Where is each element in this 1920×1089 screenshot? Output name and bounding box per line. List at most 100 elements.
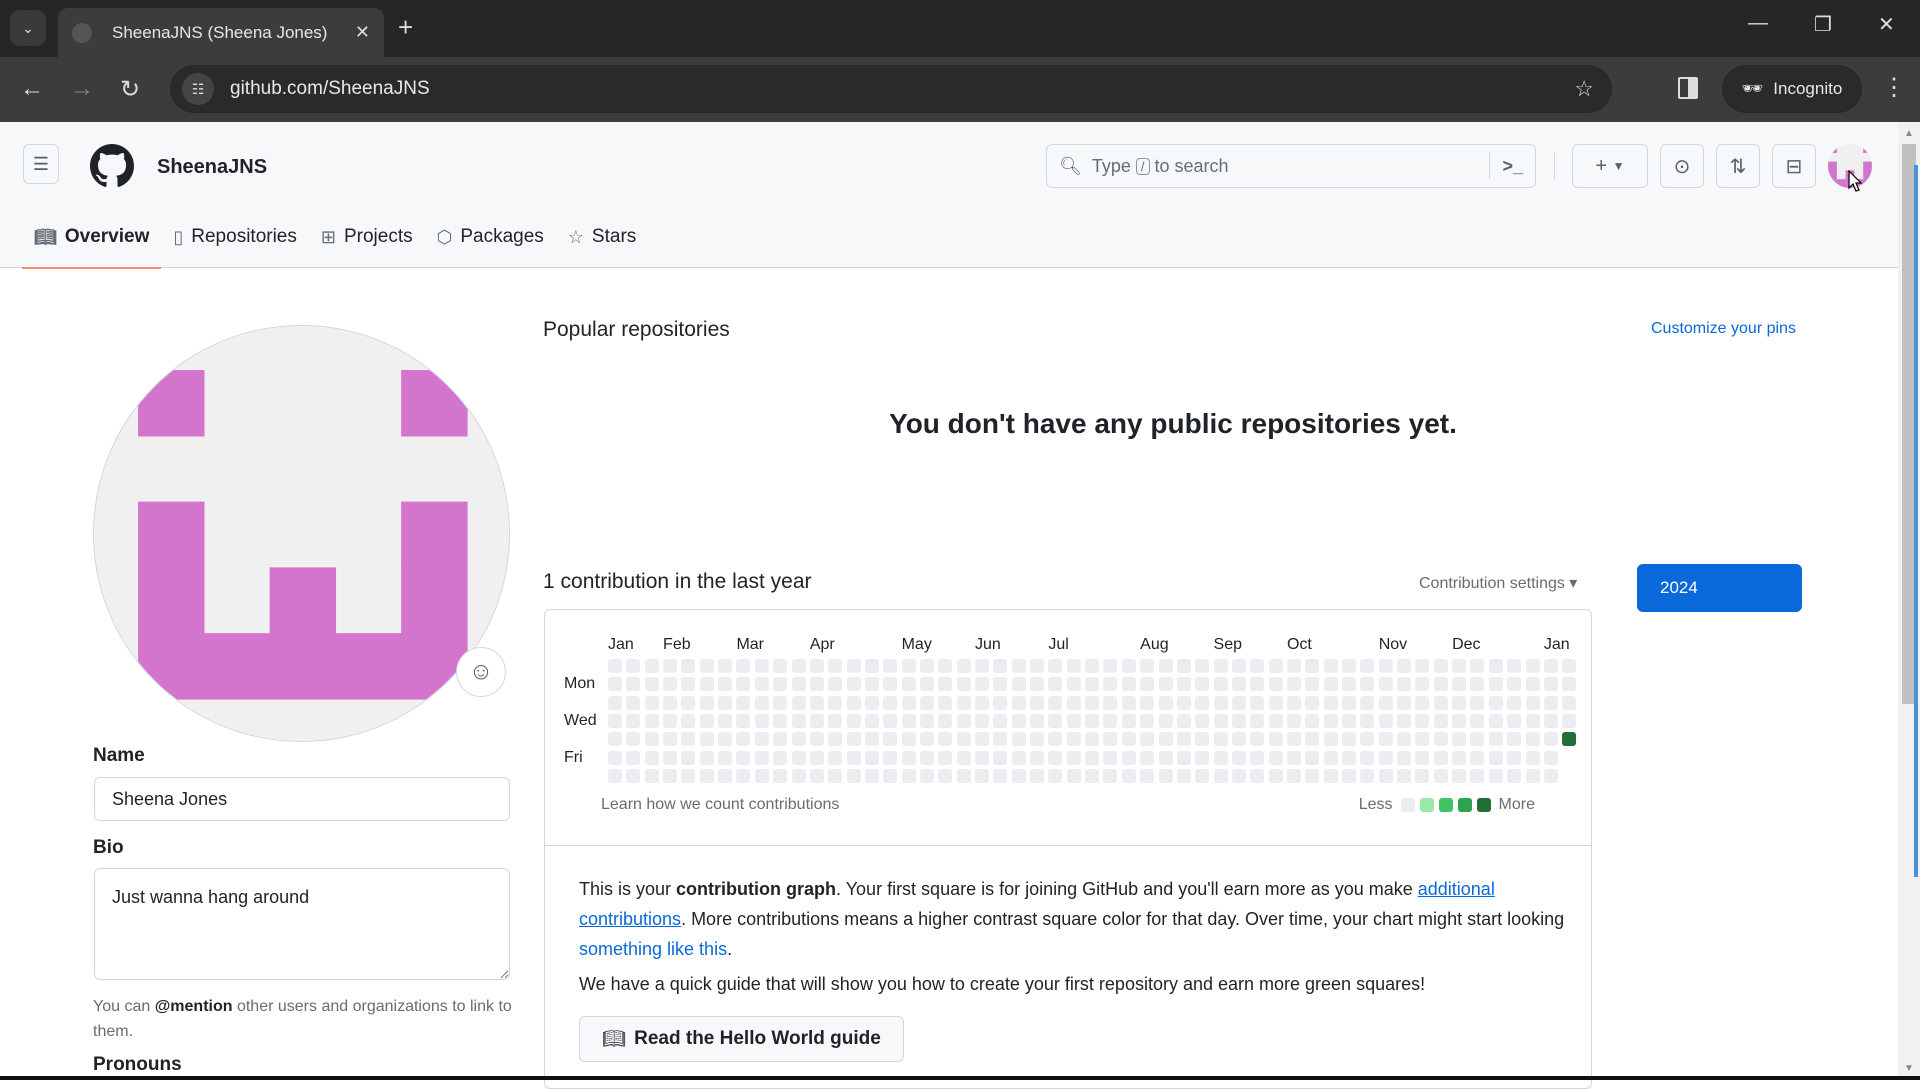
contribution-day-cell[interactable] — [1213, 695, 1228, 710]
bookmark-star-icon[interactable]: ☆ — [1574, 76, 1594, 102]
contribution-day-cell[interactable] — [1342, 714, 1356, 729]
contribution-day-cell[interactable] — [1305, 714, 1320, 729]
address-bar[interactable]: ☷ github.com/SheenaJNS ☆ — [170, 65, 1612, 113]
contribution-day-cell[interactable] — [956, 659, 971, 673]
close-window-icon[interactable]: ✕ — [1878, 12, 1895, 37]
contribution-day-cell[interactable] — [993, 732, 1008, 747]
contribution-day-cell[interactable] — [1415, 714, 1430, 729]
contribution-day-cell[interactable] — [1231, 769, 1246, 784]
contribution-day-cell[interactable] — [975, 695, 989, 710]
contribution-day-cell[interactable] — [1323, 769, 1338, 784]
contribution-day-cell[interactable] — [1066, 677, 1081, 692]
contribution-day-cell[interactable] — [1085, 769, 1100, 784]
contribution-day-cell[interactable] — [791, 695, 806, 710]
contribution-day-cell[interactable] — [1213, 677, 1228, 692]
contribution-day-cell[interactable] — [919, 714, 934, 729]
contribution-day-cell[interactable] — [791, 750, 806, 765]
contribution-day-cell[interactable] — [791, 732, 806, 747]
contribution-day-cell[interactable] — [1433, 714, 1448, 729]
contribution-day-cell[interactable] — [736, 732, 751, 747]
contribution-day-cell[interactable] — [1286, 695, 1301, 710]
contribution-day-cell[interactable] — [699, 659, 714, 673]
contribution-day-cell[interactable] — [626, 659, 641, 673]
contribution-day-cell[interactable] — [864, 769, 879, 784]
contribution-day-cell[interactable] — [1470, 714, 1485, 729]
contribution-day-cell[interactable] — [754, 695, 769, 710]
contribution-day-cell[interactable] — [1378, 750, 1393, 765]
contribution-day-cell[interactable] — [975, 677, 989, 692]
contribution-day-cell[interactable] — [1103, 677, 1118, 692]
contribution-day-cell[interactable] — [1342, 659, 1356, 673]
contribution-day-cell[interactable] — [1195, 750, 1210, 765]
contribution-day-cell[interactable] — [883, 732, 898, 747]
contribution-day-cell[interactable] — [736, 695, 751, 710]
url-text[interactable]: github.com/SheenaJNS — [230, 78, 1574, 100]
contribution-day-cell[interactable] — [1048, 732, 1063, 747]
contribution-day-cell[interactable] — [846, 677, 861, 692]
contribution-day-cell[interactable] — [1176, 769, 1191, 784]
create-new-button[interactable]: + ▼ — [1572, 144, 1648, 188]
contribution-day-cell[interactable] — [809, 677, 824, 692]
contribution-day-cell[interactable] — [938, 659, 953, 673]
contribution-day-cell[interactable] — [1011, 659, 1026, 673]
contribution-day-cell[interactable] — [1268, 659, 1283, 673]
contribution-day-cell[interactable] — [1250, 659, 1265, 673]
contribution-day-cell[interactable] — [773, 695, 788, 710]
contribution-day-cell[interactable] — [1213, 659, 1228, 673]
close-tab-icon[interactable]: ✕ — [355, 22, 370, 43]
contribution-day-cell[interactable] — [1103, 659, 1118, 673]
contribution-day-cell[interactable] — [901, 732, 916, 747]
bio-textarea[interactable]: Just wanna hang around — [94, 868, 510, 980]
contribution-day-cell[interactable] — [956, 769, 971, 784]
contribution-day-cell[interactable] — [1103, 769, 1118, 784]
contribution-day-cell[interactable] — [1140, 714, 1155, 729]
contribution-day-cell[interactable] — [1085, 659, 1100, 673]
contribution-day-cell[interactable] — [608, 659, 622, 673]
contribution-day-cell[interactable] — [1268, 769, 1283, 784]
contribution-day-cell[interactable] — [1507, 677, 1522, 692]
contribution-day-cell[interactable] — [791, 659, 806, 673]
contribution-day-cell[interactable] — [773, 769, 788, 784]
contribution-day-cell[interactable] — [754, 732, 769, 747]
tab-overview[interactable]: 📖︎ Overview — [22, 217, 162, 269]
contribution-day-cell[interactable] — [1158, 732, 1173, 747]
contribution-day-cell[interactable] — [1433, 659, 1448, 673]
contribution-day-cell[interactable] — [1195, 714, 1210, 729]
contribution-day-cell[interactable] — [1525, 714, 1540, 729]
contribution-day-cell[interactable] — [1085, 750, 1100, 765]
contribution-day-cell[interactable] — [1268, 695, 1283, 710]
contribution-day-cell[interactable] — [1011, 695, 1026, 710]
contribution-day-cell[interactable] — [1286, 659, 1301, 673]
contribution-day-cell[interactable] — [1507, 714, 1522, 729]
contribution-day-cell[interactable] — [773, 659, 788, 673]
contribution-day-cell[interactable] — [1488, 659, 1503, 673]
scroll-up-arrow-icon[interactable]: ▲ — [1904, 128, 1914, 139]
contribution-day-cell[interactable] — [1140, 677, 1155, 692]
contribution-day-cell[interactable] — [1397, 695, 1412, 710]
contribution-day-cell[interactable] — [919, 750, 934, 765]
contribution-day-cell[interactable] — [1562, 695, 1577, 710]
contribution-day-cell[interactable] — [1011, 732, 1026, 747]
contribution-day-cell[interactable] — [1305, 695, 1320, 710]
contribution-day-cell[interactable] — [663, 769, 678, 784]
contribution-day-cell[interactable] — [1048, 750, 1063, 765]
contribution-day-cell[interactable] — [663, 732, 678, 747]
contribution-day-cell[interactable] — [1250, 695, 1265, 710]
contribution-day-cell[interactable] — [1121, 695, 1136, 710]
contribution-day-cell[interactable] — [1066, 659, 1081, 673]
contribution-day-cell[interactable] — [828, 659, 843, 673]
contribution-day-cell[interactable] — [1525, 750, 1540, 765]
contribution-day-cell[interactable] — [1433, 769, 1448, 784]
contribution-day-cell[interactable] — [1415, 659, 1430, 673]
contribution-day-cell[interactable] — [1562, 659, 1577, 673]
contribution-day-cell[interactable] — [1433, 750, 1448, 765]
contribution-day-cell[interactable] — [1562, 677, 1577, 692]
contribution-day-cell[interactable] — [663, 677, 678, 692]
tab-stars[interactable]: ☆ Stars — [556, 217, 649, 257]
contribution-day-cell[interactable] — [1342, 769, 1356, 784]
contribution-day-cell[interactable] — [1140, 659, 1155, 673]
contribution-day-cell[interactable] — [1176, 677, 1191, 692]
contribution-day-cell[interactable] — [864, 659, 879, 673]
contribution-day-cell[interactable] — [883, 677, 898, 692]
contribution-day-cell[interactable] — [1158, 695, 1173, 710]
